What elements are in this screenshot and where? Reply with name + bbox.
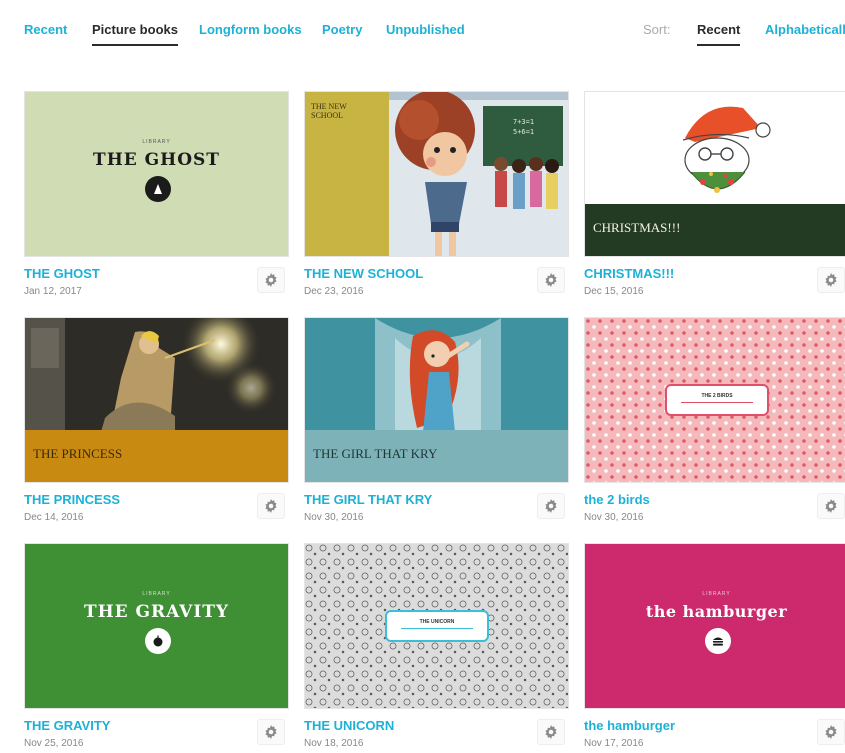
- book-date: Nov 30, 2016: [584, 512, 644, 523]
- cover-title: THE GIRL THAT KRY: [313, 446, 438, 461]
- cover-title: THE GHOST: [93, 150, 220, 170]
- svg-text:5+6=1: 5+6=1: [513, 128, 534, 136]
- tab-picture-books[interactable]: Picture books: [92, 22, 178, 46]
- book-title[interactable]: THE NEW SCHOOL: [304, 266, 423, 281]
- book-cover[interactable]: THE 2 BIRDS: [584, 317, 845, 483]
- book-title[interactable]: THE UNICORN: [304, 718, 394, 733]
- gear-icon: [825, 499, 837, 513]
- tab-recent[interactable]: Recent: [24, 22, 67, 37]
- book-cover[interactable]: CHRISTMAS!!!: [584, 91, 845, 257]
- cover-title: THE NEW SCHOOL: [311, 102, 347, 120]
- book-date: Dec 15, 2016: [584, 286, 644, 297]
- svg-text:7+3=1: 7+3=1: [513, 118, 534, 126]
- settings-button[interactable]: [537, 719, 565, 745]
- book-cover[interactable]: THE PRINCESS: [24, 317, 289, 483]
- crying-girl-illustration-icon: [305, 318, 568, 432]
- gear-icon: [265, 499, 277, 513]
- book-date: Nov 17, 2016: [584, 738, 644, 749]
- settings-button[interactable]: [257, 493, 285, 519]
- cover-title: CHRISTMAS!!!: [593, 220, 681, 235]
- book-card[interactable]: THE NEW SCHOOL 7+3=1 5+6=1 THE NEW SCHOO…: [304, 91, 569, 301]
- settings-button[interactable]: [817, 719, 845, 745]
- tab-unpublished[interactable]: Unpublished: [386, 22, 465, 37]
- book-cover[interactable]: THE UNICORN: [304, 543, 569, 709]
- book-title[interactable]: THE PRINCESS: [24, 492, 120, 507]
- gear-icon: [265, 273, 277, 287]
- settings-button[interactable]: [537, 267, 565, 293]
- book-card[interactable]: LIBRARY the hamburger the hamburger Nov …: [584, 543, 845, 753]
- santa-illustration-icon: [682, 106, 771, 193]
- book-card[interactable]: THE PRINCESS THE PRINCESS Dec 14, 2016: [24, 317, 289, 527]
- book-title[interactable]: the 2 birds: [584, 492, 650, 507]
- settings-button[interactable]: [257, 267, 285, 293]
- book-date: Dec 23, 2016: [304, 286, 364, 297]
- book-title[interactable]: the hamburger: [584, 718, 675, 733]
- ghost-icon: [145, 176, 171, 202]
- gear-icon: [545, 725, 557, 739]
- book-date: Nov 18, 2016: [304, 738, 364, 749]
- cover-title: THE PRINCESS: [33, 446, 123, 461]
- book-cover[interactable]: THE GIRL THAT KRY: [304, 317, 569, 483]
- cover-title: THE 2 BIRDS: [701, 393, 733, 399]
- book-card[interactable]: THE GIRL THAT KRY THE GIRL THAT KRY Nov …: [304, 317, 569, 527]
- gear-icon: [825, 725, 837, 739]
- book-cover[interactable]: LIBRARY THE GHOST: [24, 91, 289, 257]
- gear-icon: [545, 273, 557, 287]
- book-card[interactable]: LIBRARY THE GRAVITY THE GRAVITY Nov 25, …: [24, 543, 289, 753]
- cover-label: THE 2 BIRDS: [665, 384, 769, 416]
- sort-alphabetically[interactable]: Alphabetically: [765, 22, 845, 37]
- gear-icon: [265, 725, 277, 739]
- gear-icon: [825, 273, 837, 287]
- tab-longform-books[interactable]: Longform books: [199, 22, 302, 37]
- girl-illustration-icon: 7+3=1 5+6=1: [389, 92, 568, 256]
- hamburger-icon: [705, 628, 731, 654]
- settings-button[interactable]: [537, 493, 565, 519]
- cover-label: THE UNICORN: [385, 610, 489, 642]
- book-title[interactable]: THE GHOST: [24, 266, 100, 281]
- book-cover[interactable]: LIBRARY THE GRAVITY: [24, 543, 289, 709]
- book-date: Nov 25, 2016: [24, 738, 84, 749]
- book-card[interactable]: THE UNICORN THE UNICORN Nov 18, 2016: [304, 543, 569, 753]
- book-card[interactable]: LIBRARY THE GHOST THE GHOST Jan 12, 2017: [24, 91, 289, 301]
- sort-recent[interactable]: Recent: [697, 22, 741, 46]
- settings-button[interactable]: [817, 267, 845, 293]
- apple-icon: [145, 628, 171, 654]
- book-title[interactable]: THE GIRL THAT KRY: [304, 492, 432, 507]
- sort-label: Sort:: [643, 22, 671, 37]
- book-title[interactable]: CHRISTMAS!!!: [584, 266, 674, 281]
- princess-illustration-icon: [25, 318, 288, 432]
- book-cover[interactable]: LIBRARY the hamburger: [584, 543, 845, 709]
- book-card[interactable]: THE 2 BIRDS the 2 birds Nov 30, 2016: [584, 317, 845, 527]
- book-date: Dec 14, 2016: [24, 512, 84, 523]
- cover-title: THE GRAVITY: [83, 602, 230, 622]
- settings-button[interactable]: [257, 719, 285, 745]
- book-cover[interactable]: THE NEW SCHOOL 7+3=1 5+6=1: [304, 91, 569, 257]
- book-title[interactable]: THE GRAVITY: [24, 718, 110, 733]
- cover-title: THE UNICORN: [419, 619, 455, 625]
- gear-icon: [545, 499, 557, 513]
- book-date: Jan 12, 2017: [24, 286, 82, 297]
- settings-button[interactable]: [817, 493, 845, 519]
- top-navigation: Recent Picture books Longform books Poet…: [0, 0, 845, 52]
- tab-poetry[interactable]: Poetry: [322, 22, 362, 37]
- book-date: Nov 30, 2016: [304, 512, 364, 523]
- cover-title: the hamburger: [645, 602, 788, 621]
- book-card[interactable]: CHRISTMAS!!! CHRISTMAS!!! Dec 15, 2016: [584, 91, 845, 301]
